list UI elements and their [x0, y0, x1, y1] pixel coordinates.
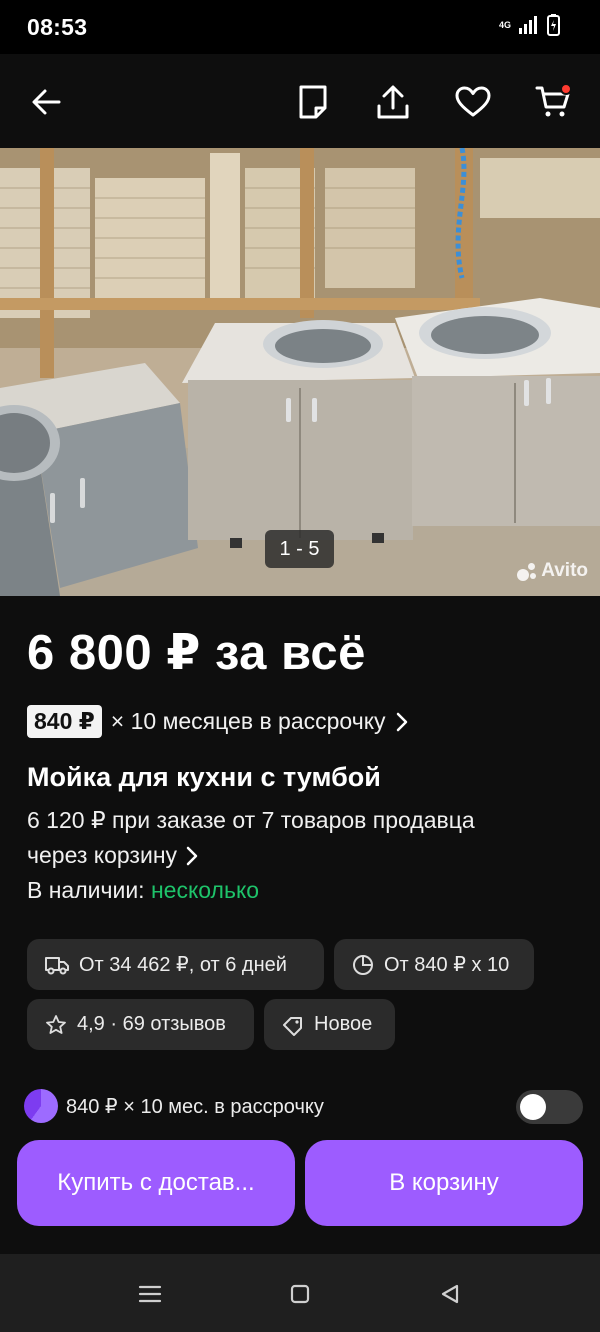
product-photo[interactable] [0, 148, 600, 596]
price: 6 800 ₽ за всё [27, 626, 366, 680]
share-icon[interactable] [373, 82, 413, 122]
stock-label: В наличии: [27, 877, 145, 903]
installment-text: × 10 месяцев в рассрочку [110, 708, 386, 734]
stock-value: несколько [150, 877, 260, 903]
installment-toggle-label: 840 ₽ × 10 мес. в рассрочку [66, 1095, 324, 1118]
note-icon[interactable] [293, 82, 333, 122]
product-title: Мойка для кухни с тумбой [27, 762, 381, 792]
app-bar [0, 54, 600, 148]
installment-pie-icon [24, 1089, 58, 1123]
system-nav-bar [0, 1254, 600, 1332]
condition-chip-label: Новое [314, 1013, 373, 1035]
installment-chip[interactable]: От 840 ₽ x 10 [334, 939, 534, 990]
back-arrow-icon[interactable] [26, 82, 66, 122]
heart-icon[interactable] [453, 82, 493, 122]
buy-with-delivery-button[interactable]: Купить с достав... [17, 1140, 295, 1226]
stock-status: В наличии: несколько [27, 877, 259, 904]
cart-badge [560, 83, 572, 95]
delivery-chip-label: От 34 462 ₽, от 6 дней [79, 954, 287, 976]
bulk-offer-line2: через корзину [27, 842, 178, 868]
avito-watermark: Avito [517, 560, 588, 582]
avito-logo-icon [517, 561, 537, 581]
photo-counter: 1 - 5 [265, 530, 334, 568]
back-triangle-icon[interactable] [437, 1281, 463, 1307]
bulk-offer-line1: 6 120 ₽ при заказе от 7 товаров продавца [27, 807, 475, 833]
add-to-cart-button[interactable]: В корзину [305, 1140, 583, 1226]
menu-icon[interactable] [137, 1281, 163, 1307]
pie-chart-icon [353, 954, 373, 975]
chevron-right-icon [396, 712, 407, 731]
status-bar: 08:53 4G [0, 0, 600, 54]
delivery-chip[interactable]: От 34 462 ₽, от 6 дней [27, 939, 324, 990]
chevron-right-icon [186, 846, 198, 865]
truck-icon [45, 956, 69, 974]
installment-link[interactable]: 840 ₽ × 10 месяцев в рассрочку [27, 705, 409, 738]
tag-icon [283, 1016, 302, 1036]
rating-chip-label: 4,9 · 69 отзывов [77, 1013, 226, 1035]
installment-badge: 840 ₽ [27, 705, 102, 738]
toggle-knob [520, 1094, 546, 1120]
network-type-label: 4G [498, 19, 511, 30]
rating-chip[interactable]: 4,9 · 69 отзывов [27, 999, 254, 1050]
installment-toggle[interactable] [516, 1090, 583, 1124]
bulk-offer[interactable]: 6 120 ₽ при заказе от 7 товаров продавца… [27, 803, 567, 873]
installment-toggle-row: 840 ₽ × 10 мес. в рассрочку [24, 1089, 324, 1123]
star-icon [46, 1014, 66, 1034]
battery-icon [547, 14, 560, 36]
condition-chip[interactable]: Новое [264, 999, 395, 1050]
status-time: 08:53 [27, 14, 88, 40]
cart-icon[interactable] [533, 82, 573, 122]
installment-chip-label: От 840 ₽ x 10 [384, 954, 510, 976]
signal-icon [519, 16, 537, 34]
home-icon[interactable] [287, 1281, 313, 1307]
